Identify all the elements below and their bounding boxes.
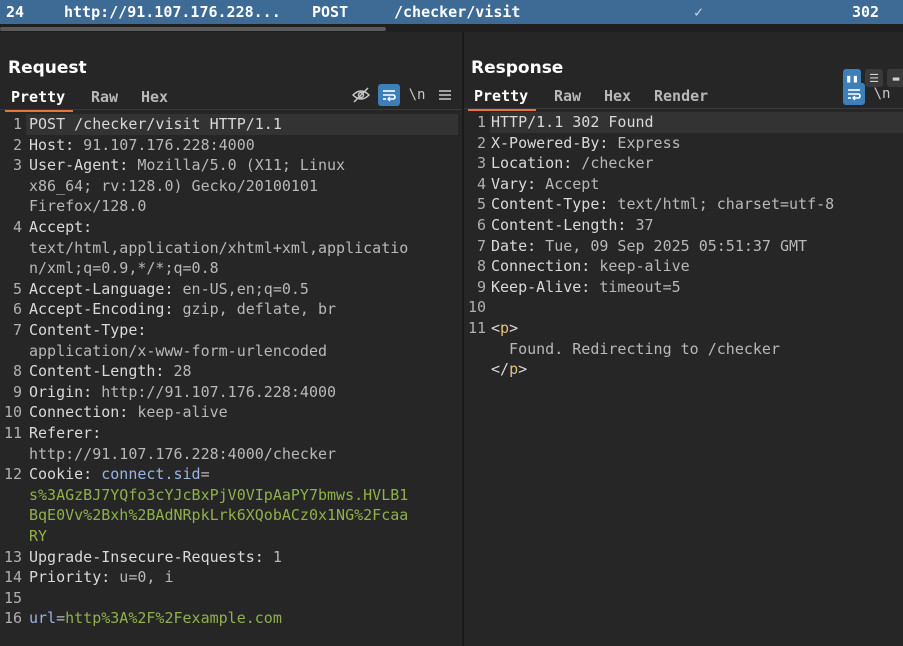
newline-icon[interactable]: \n: [406, 84, 428, 106]
line-number: 10: [3, 403, 22, 422]
body-line: url=http%3A%2F%2Fexample.com: [29, 609, 282, 628]
response-title: Response: [471, 58, 564, 78]
line-number: 15: [3, 588, 22, 607]
header-line: Content-Type:: [29, 321, 147, 339]
header-line: Accept:: [29, 218, 93, 236]
request-method: POST: [312, 3, 349, 21]
response-tab-underline: [464, 108, 903, 109]
wrap-icon[interactable]: [843, 83, 865, 105]
line-number: 4: [476, 174, 486, 193]
check-icon: ✓: [694, 3, 704, 21]
request-tab-hex[interactable]: Hex: [141, 87, 168, 107]
cookie-value: s%3AGzBJ7YQfo3cYJcBxPjV0VIpAaPY7bmws.HVL…: [29, 485, 409, 504]
header-line: Priority: u=0, i: [29, 568, 174, 587]
header-line: Connection: keep-alive: [491, 257, 690, 276]
header-line: Origin: http://91.107.176.228:4000: [29, 382, 337, 401]
response-tab-pretty[interactable]: Pretty: [467, 86, 537, 111]
wrap-icon[interactable]: [378, 84, 400, 106]
line-number: 5: [476, 195, 486, 214]
request-host: http://91.107.176.228...: [64, 3, 281, 21]
wrapped-line: text/html,application/xhtml+xml,applicat…: [29, 238, 409, 257]
header-line: Accept-Language: en-US,en;q=0.5: [29, 279, 309, 298]
request-tab-pretty[interactable]: Pretty: [4, 87, 74, 112]
line-number: 7: [12, 321, 22, 339]
header-line: Upgrade-Insecure-Requests: 1: [29, 547, 282, 566]
status-line: HTTP/1.1 302 Found: [491, 113, 654, 131]
wrapped-line: application/x-www-form-urlencoded: [29, 341, 328, 360]
request-title: Request: [8, 58, 87, 78]
line-number: 1: [12, 115, 22, 133]
line-number: 3: [12, 156, 22, 175]
header-line: X-Powered-By: Express: [491, 133, 681, 152]
request-tab-raw[interactable]: Raw: [91, 87, 118, 107]
header-line: Host: 91.107.176.228:4000: [29, 135, 255, 154]
cookie-value: BqE0Vv%2Bxh%2BAdNRpkLrk6XQobACz0x1NG%2Fc…: [29, 506, 409, 525]
wrapped-line: http://91.107.176.228:4000/checker: [29, 444, 337, 463]
line-number: 3: [476, 154, 486, 173]
line-number: 6: [12, 300, 22, 319]
html-open-tag: <p>: [491, 319, 519, 337]
header-line: Date: Tue, 09 Sep 2025 05:51:37 GMT: [491, 236, 808, 255]
header-line: Keep-Alive: timeout=5: [491, 277, 681, 296]
request-pane: Request Pretty Raw Hex \n 1 POST /checke…: [0, 32, 462, 646]
header-line: Content-Length: 37: [491, 216, 654, 234]
wrapped-line: x86_64; rv:128.0) Gecko/20100101: [29, 176, 318, 195]
line-number: 1: [476, 113, 486, 131]
header-line: Referer:: [29, 424, 102, 442]
line-number: 11: [467, 319, 486, 337]
html-close-tag: </p>: [491, 360, 528, 379]
line-number: 4: [12, 218, 22, 236]
header-line: Vary: Accept: [491, 174, 600, 193]
newline-icon[interactable]: \n: [871, 83, 893, 105]
line-number: 9: [476, 277, 486, 296]
header-line: Content-Type: text/html; charset=utf-8: [491, 195, 835, 214]
wrapped-line: n/xml;q=0.9,*/*;q=0.8: [29, 259, 219, 278]
header-line: Connection: keep-alive: [29, 403, 228, 422]
line-number: 9: [12, 382, 22, 401]
line-number: 5: [12, 279, 22, 298]
response-pane: ▮▮ ☰ ▬ Response Pretty Raw Hex Render \n…: [464, 32, 903, 646]
line-number: 6: [476, 216, 486, 234]
cookie-value: RY: [29, 527, 48, 545]
scrollbar-thumb[interactable]: [0, 27, 386, 31]
line-number: 2: [476, 133, 486, 152]
header-line: User-Agent: Mozilla/5.0 (X11; Linux: [29, 156, 346, 175]
line-number: 13: [3, 547, 22, 566]
request-line: POST /checker/visit HTTP/1.1: [29, 115, 282, 133]
line-number: 16: [3, 609, 22, 628]
request-index: 24: [6, 3, 25, 21]
response-tab-raw[interactable]: Raw: [554, 86, 581, 106]
response-tab-render[interactable]: Render: [654, 86, 708, 106]
line-number: 12: [3, 465, 22, 484]
header-line: Accept-Encoding: gzip, deflate, br: [29, 300, 337, 319]
line-number: 14: [3, 568, 22, 587]
header-line: Location: /checker: [491, 154, 654, 173]
line-number: 7: [476, 236, 486, 255]
line-number: 8: [476, 257, 486, 276]
line-number: 2: [12, 135, 22, 154]
request-tab-underline: [0, 109, 462, 110]
cookie-line: Cookie: connect.sid=: [29, 465, 210, 484]
menu-icon[interactable]: [434, 84, 456, 106]
line-number: 10: [467, 298, 486, 317]
response-status: 302: [852, 3, 880, 21]
request-path: /checker/visit: [394, 3, 521, 21]
line-number: 11: [3, 424, 22, 442]
selected-request-row[interactable]: 24 http://91.107.176.228... POST /checke…: [0, 0, 903, 24]
wrapped-line: Firefox/128.0: [29, 197, 147, 216]
line-number: 8: [12, 362, 22, 381]
response-tab-hex[interactable]: Hex: [604, 86, 631, 106]
hide-icon[interactable]: [350, 84, 372, 106]
header-line: Content-Length: 28: [29, 362, 192, 381]
html-body-text: Found. Redirecting to /checker: [491, 339, 780, 358]
horizontal-scrollbar[interactable]: [0, 24, 903, 32]
